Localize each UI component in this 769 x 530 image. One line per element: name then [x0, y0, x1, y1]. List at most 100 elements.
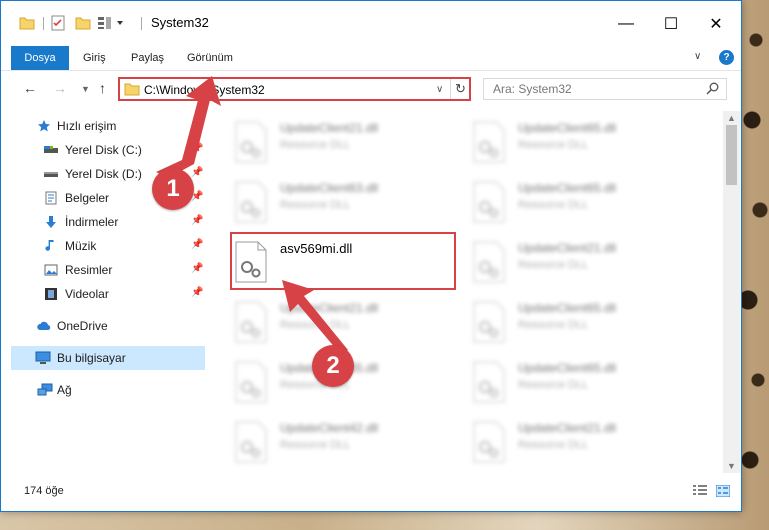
folder-icon[interactable]: [19, 15, 35, 31]
file-type: Resource DLL: [518, 379, 589, 391]
ribbon-tabs: Dosya Giriş Paylaş Görünüm ∨ ?: [1, 45, 741, 71]
file-item[interactable]: UpdateClient21.dll Resource DLL: [216, 295, 446, 351]
pin-icon: 📌: [191, 167, 204, 178]
file-item[interactable]: UpdateClient21.dll Resource DLL: [454, 235, 684, 291]
pin-icon: 📌: [191, 287, 204, 298]
recent-locations-chevron-icon[interactable]: ▼: [81, 84, 90, 94]
sidebar-item-downloads[interactable]: İndirmeler 📌: [1, 210, 205, 234]
window-title: System32: [151, 15, 209, 30]
sidebar-item-this-pc[interactable]: Bu bilgisayar: [11, 346, 205, 370]
expand-ribbon-chevron-icon[interactable]: ∨: [694, 51, 701, 62]
dll-file-icon: [234, 121, 268, 163]
file-item[interactable]: UpdateClient21.dll Resource DLL: [216, 115, 446, 171]
search-placeholder: Ara: System32: [493, 82, 572, 96]
customize-toolbar-icon[interactable]: [97, 15, 125, 31]
file-name: UpdateClient65.dll: [518, 361, 617, 375]
file-name: UpdateClient65.dll: [518, 121, 617, 135]
videos-icon: [44, 287, 58, 301]
file-name: UpdateClient42.dll: [280, 421, 379, 435]
tab-file[interactable]: Dosya: [11, 46, 69, 70]
file-type: Resource DLL: [280, 139, 351, 151]
file-type: Resource DLL: [280, 439, 351, 451]
tab-view[interactable]: Görünüm: [187, 45, 233, 71]
dll-file-icon: [234, 421, 268, 463]
pin-icon: 📌: [191, 215, 204, 226]
dll-file-icon: [472, 181, 506, 223]
sidebar-item-onedrive[interactable]: OneDrive: [1, 314, 205, 338]
tab-share[interactable]: Paylaş: [131, 45, 164, 71]
pictures-icon: [44, 263, 58, 277]
file-item[interactable]: UpdateClient63.dll Resource DLL: [216, 175, 446, 231]
sidebar-item-network[interactable]: Ağ: [1, 378, 205, 402]
file-name: UpdateClient21.dll: [518, 241, 617, 255]
help-icon[interactable]: ?: [719, 50, 734, 65]
search-icon: [706, 82, 719, 98]
file-name: UpdateClient21.dll: [280, 301, 379, 315]
sidebar-item-label: OneDrive: [57, 319, 108, 333]
sidebar-item-music[interactable]: Müzik 📌: [1, 234, 205, 258]
sidebar-item-label: Resimler: [65, 263, 113, 277]
sidebar-item-label: Yerel Disk (D:): [65, 167, 142, 181]
sidebar-item-label: Yerel Disk (C:): [65, 143, 142, 157]
sidebar-item-quick-access[interactable]: Hızlı erişim: [1, 114, 205, 138]
file-item[interactable]: UpdateClient65.dll Resource DLL: [454, 175, 684, 231]
pin-icon: 📌: [191, 143, 204, 154]
sidebar-item-local-disk-c[interactable]: Yerel Disk (C:) 📌: [1, 138, 205, 162]
new-folder-icon[interactable]: [75, 15, 91, 31]
title-bar: System32 — ☐ ✕: [1, 1, 741, 45]
dll-file-icon: [472, 121, 506, 163]
scroll-down-arrow-icon[interactable]: ▼: [727, 461, 736, 471]
file-type: Resource DLL: [280, 199, 351, 211]
close-button[interactable]: ✕: [693, 9, 739, 39]
sidebar-item-label: Videolar: [65, 287, 109, 301]
file-name: UpdateClient21.dll: [280, 121, 379, 135]
file-item[interactable]: UpdateClient21.dll Resource DLL: [454, 415, 684, 471]
search-input[interactable]: Ara: System32: [483, 78, 727, 100]
dll-file-icon: [472, 361, 506, 403]
file-type: Resource DLL: [518, 199, 589, 211]
large-icons-view-icon[interactable]: [715, 484, 731, 500]
dll-file-icon: [472, 241, 506, 283]
back-arrow-icon[interactable]: ←: [23, 80, 37, 96]
file-type: Resource DLL: [518, 139, 589, 151]
refresh-icon[interactable]: ↻: [450, 79, 470, 99]
file-name: UpdateClient65.dll: [518, 181, 617, 195]
file-type: Resource DLL: [518, 259, 589, 271]
sidebar-item-label: Bu bilgisayar: [57, 351, 126, 365]
address-path[interactable]: C:\Windows\System32: [144, 83, 265, 97]
file-name: UpdateClient65.dll: [518, 301, 617, 315]
pin-icon: 📌: [191, 239, 204, 250]
folder-icon: [124, 83, 140, 99]
details-view-icon[interactable]: [693, 485, 707, 500]
address-bar[interactable]: C:\Windows\System32 ∨ ↻: [118, 77, 471, 101]
file-highlight-frame: [230, 232, 456, 290]
sidebar-item-pictures[interactable]: Resimler 📌: [1, 258, 205, 282]
forward-arrow-icon[interactable]: →: [53, 80, 67, 96]
sidebar-item-videos[interactable]: Videolar 📌: [1, 282, 205, 306]
tab-home[interactable]: Giriş: [83, 45, 106, 71]
item-count: 174 öğe: [24, 485, 64, 497]
dll-file-icon: [472, 301, 506, 343]
maximize-button[interactable]: ☐: [648, 9, 694, 39]
up-arrow-icon[interactable]: ↑: [99, 80, 106, 96]
file-item[interactable]: UpdateClient65.dll Resource DLL: [454, 355, 684, 411]
file-item[interactable]: UpdateClient65.dll Resource DLL: [454, 115, 684, 171]
scroll-up-arrow-icon[interactable]: ▲: [727, 113, 736, 123]
file-item[interactable]: UpdateClient42.dll Resource DLL: [216, 415, 446, 471]
documents-icon: [44, 191, 58, 205]
properties-icon[interactable]: [51, 15, 67, 31]
music-icon: [44, 239, 58, 253]
minimize-button[interactable]: —: [603, 9, 649, 39]
download-icon: [44, 215, 58, 229]
dll-file-icon: [234, 181, 268, 223]
scroll-thumb[interactable]: [726, 125, 737, 185]
sidebar-item-label: Hızlı erişim: [57, 119, 117, 133]
file-type: Resource DLL: [518, 319, 589, 331]
address-dropdown-chevron-icon[interactable]: ∨: [436, 84, 443, 95]
step-2-badge: 2: [312, 345, 354, 387]
vertical-scrollbar[interactable]: ▲ ▼: [723, 111, 740, 473]
sidebar-item-label: Müzik: [65, 239, 97, 253]
network-icon: [37, 383, 53, 397]
drive-icon: [44, 167, 58, 181]
file-item[interactable]: UpdateClient65.dll Resource DLL: [454, 295, 684, 351]
